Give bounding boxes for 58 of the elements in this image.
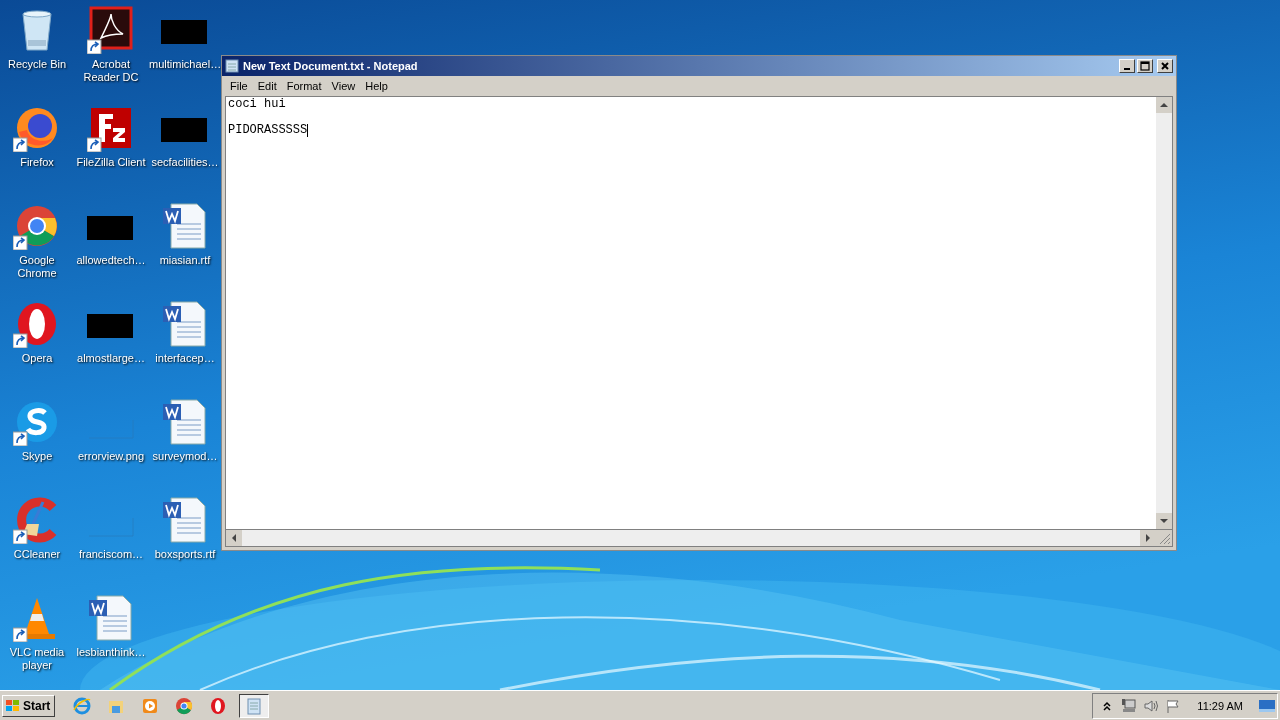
window-title: New Text Document.txt - Notepad (243, 60, 418, 72)
desktop-icon-label[interactable]: Opera (21, 352, 53, 365)
desktop-icon-label[interactable]: miasian.rtf (159, 254, 211, 267)
maximize-button[interactable] (1137, 59, 1153, 73)
start-button[interactable]: Start (2, 694, 56, 717)
menu-item[interactable]: Edit (252, 80, 282, 92)
document-icon[interactable] (161, 496, 209, 544)
browser-e-icon (72, 695, 93, 716)
document-icon[interactable] (161, 398, 209, 446)
clock[interactable]: 11:29 AM (1197, 699, 1243, 712)
desktop-icon-label[interactable]: Acrobat Reader DC (75, 58, 147, 84)
text-line: PIDORASSSSS (228, 124, 308, 137)
desktop-icon-label[interactable]: FileZilla Client (76, 156, 146, 169)
menu-item[interactable]: File (225, 80, 253, 92)
desktop-icon-label[interactable]: franciscom… (78, 548, 144, 561)
notepad-icon (225, 59, 239, 73)
desktop-icon-label[interactable]: Firefox (20, 156, 54, 169)
speaker-icon[interactable] (1143, 697, 1160, 714)
desktop-icon-label[interactable]: Skype (21, 450, 53, 463)
scroll-right-icon (1140, 530, 1156, 546)
desktop-icon-label[interactable]: errorview.png (77, 450, 144, 463)
scroll-left-icon (226, 530, 242, 546)
maximize-icon (1140, 61, 1150, 71)
text-line: coci hui (228, 98, 286, 111)
document-icon[interactable] (87, 594, 135, 642)
desktop-icon-label[interactable]: VLC media player (1, 646, 73, 672)
close-icon (1160, 61, 1170, 71)
desktop-icon-label[interactable]: multimichael… (149, 58, 221, 71)
document-icon[interactable] (161, 202, 209, 250)
desktop-icon-label[interactable]: interfacep… (155, 352, 215, 365)
minimize-button[interactable] (1119, 59, 1135, 73)
desktop-icon-label[interactable]: allowedtech… (76, 254, 146, 267)
desktop-icon-label[interactable]: boxsports.rtf (154, 548, 216, 561)
vertical-scrollbar[interactable] (1156, 97, 1172, 529)
desktop-icon-label[interactable]: CCleaner (13, 548, 61, 561)
desktop-icon-label[interactable]: secfacilities… (151, 156, 219, 169)
text-cursor (307, 124, 309, 137)
network-icon[interactable] (1121, 697, 1138, 714)
document-icon[interactable] (161, 300, 209, 348)
desktop-icon-label[interactable]: almostlarge… (77, 352, 145, 365)
show-desktop-icon[interactable] (1259, 699, 1275, 712)
windows-logo-icon (5, 697, 21, 714)
scroll-up-icon (1156, 97, 1172, 113)
scroll-down-icon (1156, 513, 1172, 529)
acrobat-icon[interactable] (87, 6, 135, 54)
menu-item[interactable]: Format (281, 80, 327, 92)
close-button[interactable] (1157, 59, 1173, 73)
desktop-icon-label[interactable]: surveymod… (152, 450, 218, 463)
taskbar-button[interactable] (239, 693, 270, 718)
chrome-icon (174, 695, 195, 716)
flag-icon[interactable] (1165, 697, 1182, 714)
horizontal-scrollbar[interactable] (226, 530, 1156, 546)
desktop-icon-label[interactable]: Recycle Bin (7, 58, 67, 71)
desktop-icon-label[interactable]: Google Chrome (1, 254, 73, 280)
minimize-icon (1124, 68, 1130, 70)
menu-item[interactable]: Help (360, 80, 393, 92)
desktop-icon-label[interactable]: lesbianthink… (76, 646, 146, 659)
menu-item[interactable]: View (326, 80, 361, 92)
